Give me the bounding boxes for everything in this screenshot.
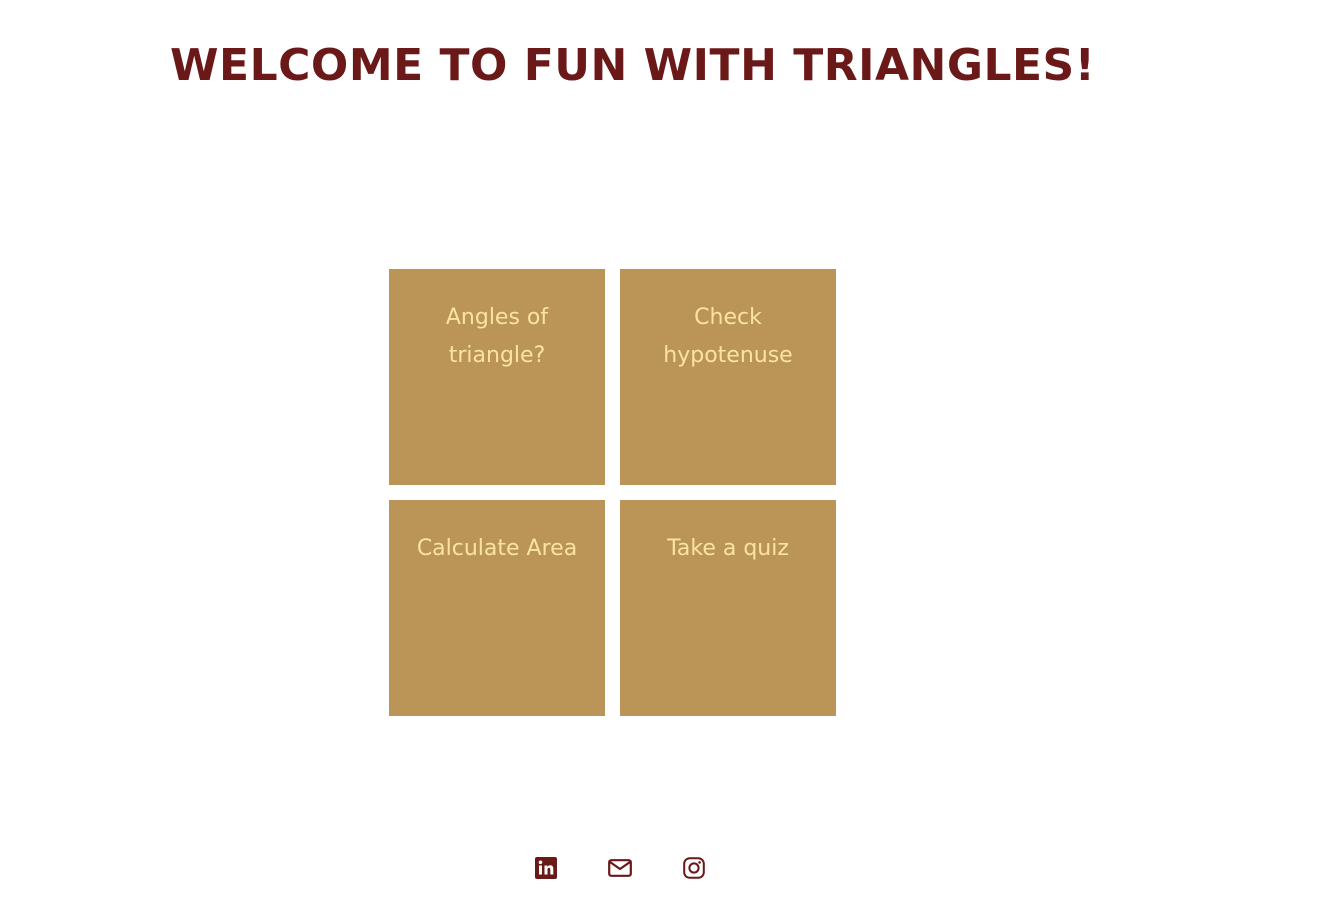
instagram-icon xyxy=(683,857,705,879)
tile-label: Take a quiz xyxy=(667,536,789,561)
linkedin-link[interactable] xyxy=(533,855,559,881)
email-icon xyxy=(608,859,632,877)
check-hypotenuse-tile[interactable]: Check hypotenuse xyxy=(620,269,836,485)
tile-label: Check hypotenuse xyxy=(663,305,793,368)
calculate-area-tile[interactable]: Calculate Area xyxy=(389,500,605,716)
page-title: WELCOME TO FUN WITH TRIANGLES! xyxy=(170,40,1096,91)
take-a-quiz-tile[interactable]: Take a quiz xyxy=(620,500,836,716)
linkedin-icon xyxy=(535,857,557,879)
tile-label: Angles of triangle? xyxy=(445,305,549,368)
instagram-link[interactable] xyxy=(681,855,707,881)
angles-of-triangle-tile[interactable]: Angles of triangle? xyxy=(389,269,605,485)
tile-label: Calculate Area xyxy=(416,536,578,561)
email-link[interactable] xyxy=(607,855,633,881)
